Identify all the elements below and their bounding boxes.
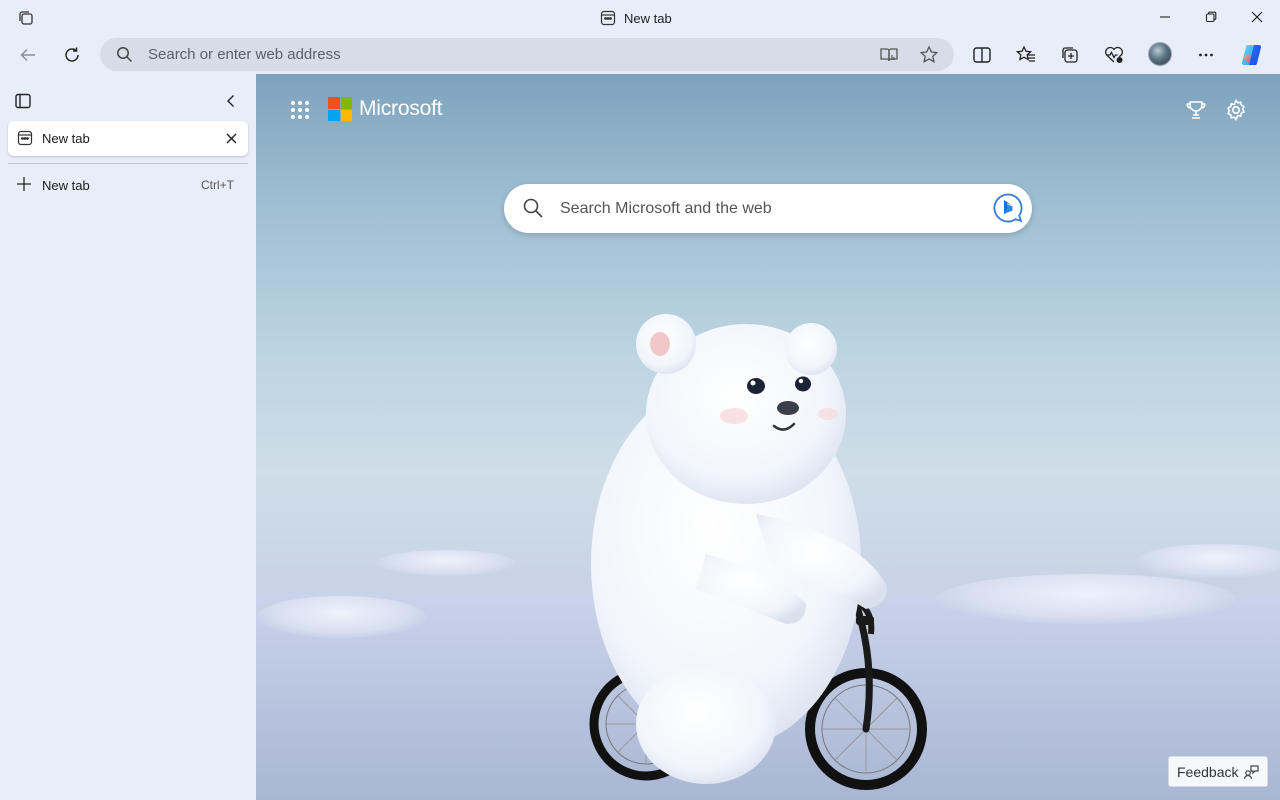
snow-drift xyxy=(376,550,516,576)
minimize-icon[interactable] xyxy=(1142,0,1188,34)
snow-drift xyxy=(256,596,426,638)
tab-item-new-tab[interactable]: New tab xyxy=(8,121,248,156)
tab-label: New tab xyxy=(42,131,90,146)
brand-name: Microsoft xyxy=(359,97,443,120)
sidebar-divider xyxy=(8,163,248,164)
snow-drift xyxy=(1136,544,1280,578)
more-icon[interactable] xyxy=(1190,39,1222,71)
immersive-reader-icon[interactable] xyxy=(876,42,902,68)
new-tab-button[interactable]: New tab Ctrl+T xyxy=(8,170,248,200)
window-title: New tab xyxy=(600,7,672,29)
microsoft-logo[interactable]: Microsoft xyxy=(328,96,443,122)
favorites-icon[interactable] xyxy=(1010,39,1042,71)
copilot-icon[interactable] xyxy=(1236,39,1268,71)
vertical-tabs-header xyxy=(8,88,248,114)
favorite-star-icon[interactable] xyxy=(916,42,942,68)
search-icon xyxy=(116,46,133,63)
restore-icon[interactable] xyxy=(1188,0,1234,34)
browser-essentials-icon[interactable] xyxy=(1098,39,1130,71)
tab-actions-icon[interactable] xyxy=(14,92,32,110)
apps-grid-icon[interactable] xyxy=(290,100,310,120)
tab-page-icon xyxy=(600,10,616,26)
bing-icon[interactable] xyxy=(992,192,1024,224)
snow-drift xyxy=(936,574,1236,624)
address-input[interactable] xyxy=(148,38,848,71)
browser-toolbar xyxy=(0,36,1280,74)
refresh-icon[interactable] xyxy=(56,39,88,71)
settings-gear-icon[interactable] xyxy=(1224,98,1248,122)
tab-page-icon xyxy=(17,130,33,146)
feedback-share-icon xyxy=(1243,764,1259,780)
new-tab-shortcut: Ctrl+T xyxy=(201,178,234,192)
microsoft-logo-squares xyxy=(328,97,352,121)
back-icon[interactable] xyxy=(12,39,44,71)
close-tab-icon[interactable] xyxy=(222,129,240,147)
address-bar[interactable] xyxy=(100,38,954,71)
new-tab-page: Microsoft Feedback xyxy=(256,74,1280,800)
plus-icon xyxy=(16,176,32,192)
workspaces-icon[interactable] xyxy=(14,6,38,30)
window-title-text: New tab xyxy=(624,10,672,26)
search-icon xyxy=(522,197,544,219)
close-icon[interactable] xyxy=(1234,0,1280,34)
web-search-box[interactable] xyxy=(504,184,1032,233)
title-bar: New tab xyxy=(0,0,1280,36)
feedback-label: Feedback xyxy=(1177,763,1239,780)
split-screen-icon[interactable] xyxy=(966,39,998,71)
new-tab-label: New tab xyxy=(42,177,90,193)
collections-icon[interactable] xyxy=(1054,39,1086,71)
profile-avatar[interactable] xyxy=(1148,42,1172,66)
vertical-tabs-pane: New tab New tab Ctrl+T xyxy=(0,74,256,800)
polar-bear-illustration xyxy=(589,314,927,790)
web-search-input[interactable] xyxy=(560,184,980,233)
rewards-trophy-icon[interactable] xyxy=(1184,98,1208,122)
collapse-pane-icon[interactable] xyxy=(222,92,240,110)
feedback-button[interactable]: Feedback xyxy=(1168,756,1268,787)
